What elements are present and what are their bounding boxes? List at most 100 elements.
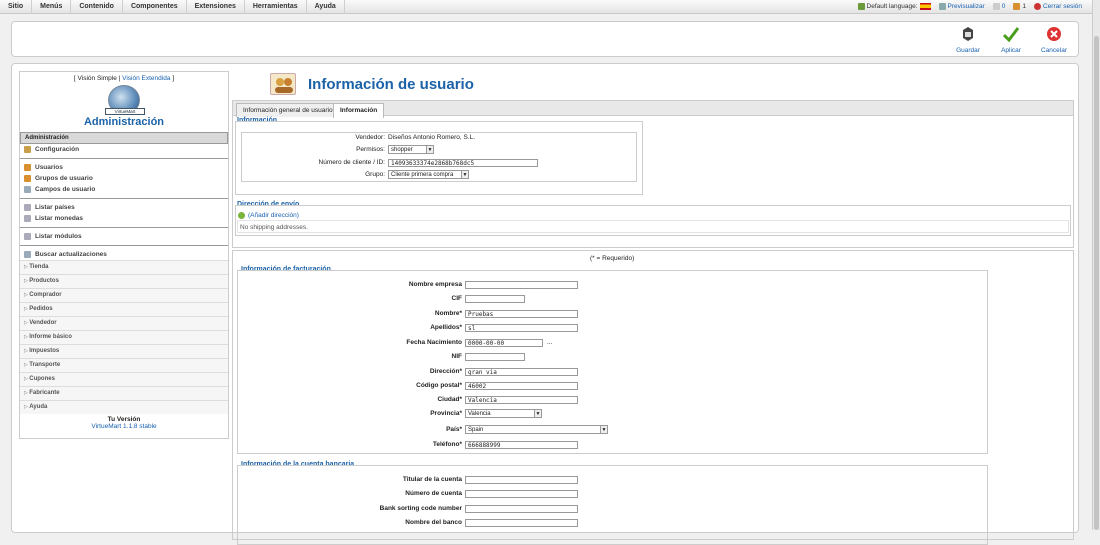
version-link[interactable]: VirtueMart 1.1.8 stable xyxy=(91,423,156,430)
bank-field-label: Nombre del banco xyxy=(405,519,462,526)
bank-input[interactable] xyxy=(465,489,578,498)
fields-icon xyxy=(24,186,31,193)
billing-input[interactable]: 0000-00-00 xyxy=(465,338,543,347)
menu-componentes[interactable]: Componentes xyxy=(123,0,187,14)
billing-input[interactable]: 46002 xyxy=(465,381,578,390)
billing-select[interactable]: Spain ▼ xyxy=(465,425,608,434)
billing-container: (* = Requerido) Información de facturaci… xyxy=(232,250,1074,545)
sidebar-item-actualizaciones[interactable]: Buscar actualizaciones xyxy=(20,249,228,260)
tab-bar: Información general de usuario Informaci… xyxy=(232,100,1074,118)
users-icon xyxy=(24,164,31,171)
sidebar-sub-transporte[interactable]: Transporte xyxy=(20,358,228,372)
billing-input[interactable] xyxy=(465,280,578,289)
sidebar-item-paises[interactable]: Listar países xyxy=(20,202,228,213)
apply-button[interactable]: Aplicar xyxy=(994,26,1028,54)
billing-input[interactable] xyxy=(465,294,525,303)
billing-input[interactable]: sl xyxy=(465,323,578,332)
billing-row: Dirección* gran via xyxy=(253,367,578,376)
sidebar-item-grupos[interactable]: Grupos de usuario xyxy=(20,173,228,184)
sidebar-item-configuracion[interactable]: Configuración xyxy=(20,144,228,155)
view-extended-link[interactable]: Visión Extendida xyxy=(122,75,170,82)
group-select[interactable]: Cliente primera compra ▼ xyxy=(388,170,469,179)
billing-row: Código postal* 46002 xyxy=(253,381,578,390)
group-row: Grupo: Cliente primera compra ▼ xyxy=(365,170,469,179)
view-switcher: [ Visión Simple | Visión Extendida ] xyxy=(73,75,175,82)
sidebar-item-usuarios[interactable]: Usuarios xyxy=(20,162,228,173)
billing-row: Teléfono* 666888999 xyxy=(253,440,578,449)
sidebar-sub-vendedor[interactable]: Vendedor xyxy=(20,316,228,330)
billing-select[interactable]: Valencia ▼ xyxy=(465,409,542,418)
billing-field-label: Fecha Nacimiento xyxy=(406,339,462,346)
sidebar-header[interactable]: Administración xyxy=(20,132,228,144)
billing-row: Apellidos* sl xyxy=(253,323,578,332)
sidebar-sub-fabricante[interactable]: Fabricante xyxy=(20,386,228,400)
permissions-select[interactable]: shopper ▼ xyxy=(388,145,434,154)
logout-link[interactable]: Cerrar sesión xyxy=(1033,3,1082,11)
sidebar-item-campos[interactable]: Campos de usuario xyxy=(20,184,228,195)
sidebar-item-monedas[interactable]: Listar monedas xyxy=(20,213,228,224)
virtuemart-logo: VirtueMart xyxy=(105,85,145,115)
billing-input[interactable]: gran via xyxy=(465,367,578,376)
main-content: [ Visión Simple | Visión Extendida ] Vir… xyxy=(11,63,1079,545)
billing-input[interactable]: 666888999 xyxy=(465,440,578,449)
logo-text: VirtueMart xyxy=(105,108,145,115)
bank-input[interactable] xyxy=(465,518,578,527)
menu-menus[interactable]: Menús xyxy=(32,0,72,14)
chevron-down-icon: ▼ xyxy=(426,146,433,153)
menu-contenido[interactable]: Contenido xyxy=(71,0,123,14)
billing-input[interactable]: Valencia xyxy=(465,395,578,404)
top-menubar: Sitio Menús Contenido Componentes Extens… xyxy=(0,0,1092,14)
sidebar-sub-cupones[interactable]: Cupones xyxy=(20,372,228,386)
sidebar-sub-productos[interactable]: Productos xyxy=(20,274,228,288)
vendor-value: Diseños Antonio Romero, S.L. xyxy=(388,134,476,141)
messages-count[interactable]: 0 xyxy=(992,3,1005,11)
menu-sitio[interactable]: Sitio xyxy=(0,0,33,14)
billing-field-label: Dirección* xyxy=(429,368,462,375)
preview-link[interactable]: Previsualizar xyxy=(938,3,985,11)
version-info: Tu Versión VirtueMart 1.1.8 stable xyxy=(91,416,157,430)
bank-input[interactable] xyxy=(465,475,578,484)
sidebar-sub-pedidos[interactable]: Pedidos xyxy=(20,302,228,316)
billing-field-label: Ciudad* xyxy=(437,396,462,403)
sidebar-sub-impuestos[interactable]: Impuestos xyxy=(20,344,228,358)
menu-herramientas[interactable]: Herramientas xyxy=(245,0,307,14)
sidebar-sub-informe[interactable]: Informe básico xyxy=(20,330,228,344)
tab-general[interactable]: Información general de usuario xyxy=(236,103,340,117)
update-icon xyxy=(24,251,31,258)
customer-id-row: Número de cliente / ID: 14093633374e2868… xyxy=(253,158,538,167)
chevron-down-icon: ▼ xyxy=(534,410,541,417)
sidebar-sub-tienda[interactable]: Tienda xyxy=(20,260,228,274)
add-address-row: (Añadir dirección) xyxy=(238,211,299,220)
billing-row: Nombre empresa xyxy=(253,280,578,289)
bank-input[interactable] xyxy=(465,504,578,513)
sidebar-sub-comprador[interactable]: Comprador xyxy=(20,288,228,302)
customer-id-input[interactable]: 14093633374e2868b768dc5 xyxy=(388,158,538,167)
chevron-down-icon: ▼ xyxy=(461,171,468,178)
save-button[interactable]: Guardar xyxy=(951,26,985,54)
list-icon xyxy=(24,233,31,240)
sidebar-sub-ayuda[interactable]: Ayuda xyxy=(20,400,228,414)
scrollbar-thumb[interactable] xyxy=(1094,36,1099,530)
billing-field-label: Teléfono* xyxy=(432,441,462,448)
language-selector[interactable]: Default language: xyxy=(857,3,931,11)
required-note: (* = Requerido) xyxy=(590,255,635,262)
billing-row: NIF xyxy=(253,352,525,361)
add-address-link[interactable]: (Añadir dirección) xyxy=(248,212,299,219)
menu-extensiones[interactable]: Extensiones xyxy=(187,0,245,14)
vertical-scrollbar[interactable] xyxy=(1092,0,1100,530)
billing-row: País* Spain ▼ xyxy=(253,425,608,434)
group-icon xyxy=(24,175,31,182)
cancel-button[interactable]: Cancelar xyxy=(1037,26,1071,54)
info-panel: Información Vendedor: Diseños Antonio Ro… xyxy=(232,116,1074,248)
users-icon xyxy=(270,73,296,95)
view-simple-link[interactable]: Visión Simple xyxy=(78,75,117,82)
checkmark-icon xyxy=(1002,27,1020,43)
bank-field-label: Bank sorting code number xyxy=(379,505,462,512)
date-picker-button[interactable]: ... xyxy=(547,339,552,346)
menu-ayuda[interactable]: Ayuda xyxy=(307,0,345,14)
bank-row: Número de cuenta xyxy=(253,489,578,498)
billing-input[interactable]: Pruebas xyxy=(465,309,578,318)
divider xyxy=(20,227,228,228)
sidebar-item-modulos[interactable]: Listar módulos xyxy=(20,231,228,242)
billing-input[interactable] xyxy=(465,352,525,361)
